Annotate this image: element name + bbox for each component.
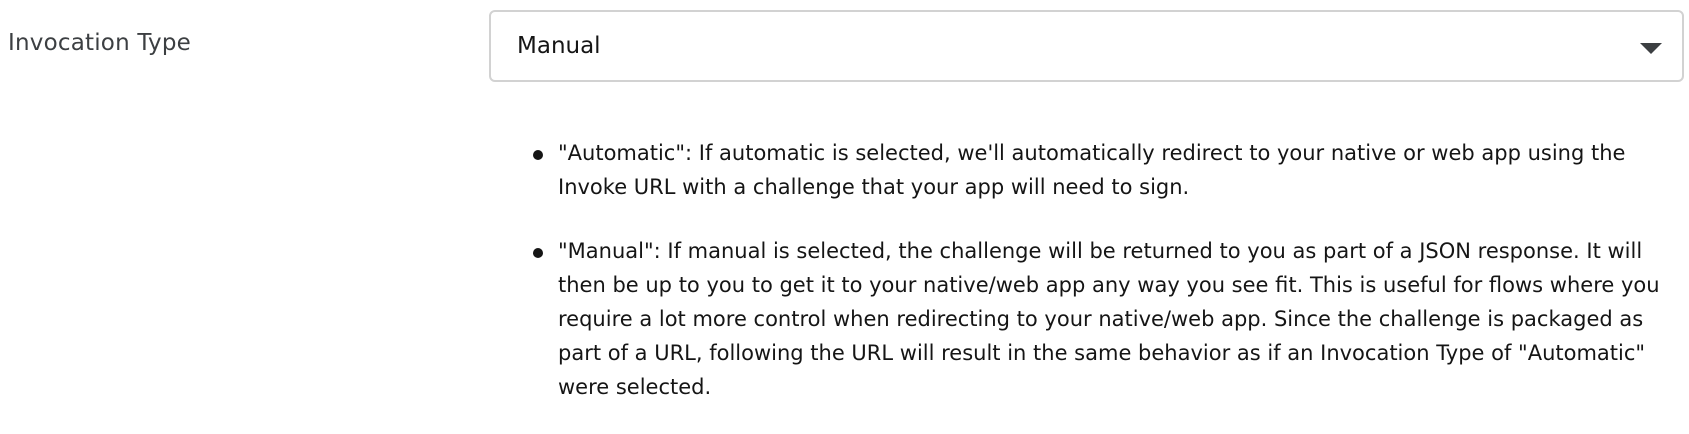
caret-down-icon [1640, 43, 1662, 54]
select-value: Manual [517, 33, 601, 59]
help-text-manual: "Manual": If manual is selected, the cha… [558, 239, 1660, 399]
bullet-icon [533, 248, 543, 258]
invocation-type-help-list: "Automatic": If automatic is selected, w… [530, 136, 1680, 434]
help-item-automatic: "Automatic": If automatic is selected, w… [530, 136, 1680, 204]
help-item-manual: "Manual": If manual is selected, the cha… [530, 234, 1680, 404]
bullet-icon [533, 150, 543, 160]
invocation-type-select[interactable]: Manual [489, 10, 1684, 82]
invocation-type-form-row: Invocation Type Manual "Automatic": If a… [0, 0, 1689, 408]
invocation-type-label: Invocation Type [8, 30, 191, 56]
help-text-automatic: "Automatic": If automatic is selected, w… [558, 141, 1626, 199]
